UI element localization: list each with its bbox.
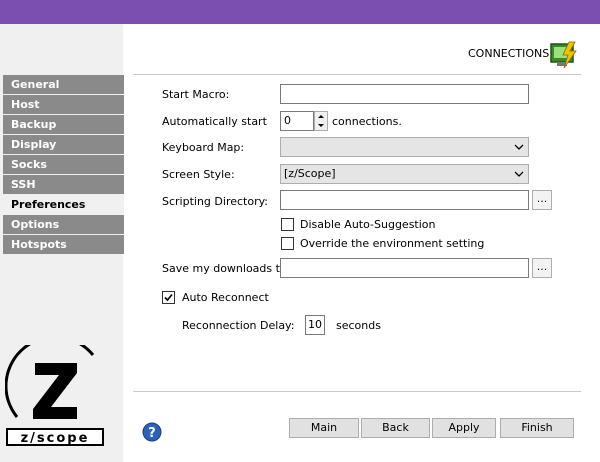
keyboard-map-select[interactable] [280,137,529,157]
screen-style-label: Screen Style: [162,168,235,181]
start-macro-label: Start Macro: [162,88,230,101]
start-macro-input[interactable] [280,84,529,104]
downloads-label: Save my downloads to: [162,262,291,275]
reconnect-delay-label: Reconnection Delay: [182,319,295,332]
sidebar-item-general[interactable]: General [3,75,124,94]
stepper-down-icon[interactable] [315,121,327,130]
sidebar-item-display[interactable]: Display [3,135,124,154]
svg-text:?: ? [148,426,156,441]
finish-button[interactable]: Finish [500,418,574,438]
screen-style-value: [z/Scope] [284,167,336,180]
override-env-label: Override the environment setting [300,237,485,250]
sidebar-item-socks[interactable]: Socks [3,155,124,174]
checkmark-icon [164,293,173,302]
reconnect-delay-suffix: seconds [336,319,381,332]
auto-start-stepper[interactable] [314,111,328,131]
main-button[interactable]: Main [289,418,359,438]
auto-reconnect-label: Auto Reconnect [182,291,269,304]
sidebar-item-hotspots[interactable]: Hotspots [3,235,124,254]
zscope-logo: z/scope [5,345,104,446]
scripting-dir-browse-button[interactable]: ... [532,190,552,210]
auto-start-input[interactable]: 0 [280,111,314,131]
downloads-browse-button[interactable]: ... [532,258,552,278]
sidebar-item-host[interactable]: Host [3,95,124,114]
back-button[interactable]: Back [361,418,430,438]
header-divider [133,74,581,75]
sidebar-item-backup[interactable]: Backup [3,115,124,134]
scripting-dir-input[interactable] [280,190,529,210]
stepper-up-icon[interactable] [315,112,327,121]
sidebar-item-ssh[interactable]: SSH [3,175,124,194]
disable-auto-suggestion-label: Disable Auto-Suggestion [300,218,436,231]
footer-divider [133,391,581,392]
chevron-down-icon [514,171,524,177]
chevron-down-icon [514,144,524,150]
reconnect-delay-input[interactable]: 10 [305,315,325,335]
connections-icon [550,41,577,69]
keyboard-map-label: Keyboard Map: [162,141,245,154]
override-env-checkbox[interactable] [281,237,294,250]
window-titlebar [0,0,600,24]
sidebar-nav: General Host Backup Display Socks SSH Pr… [3,75,124,255]
svg-text:z/scope: z/scope [21,431,90,446]
downloads-input[interactable] [280,258,529,278]
sidebar-item-preferences[interactable]: Preferences [3,195,124,214]
screen-style-select[interactable]: [z/Scope] [280,164,529,184]
disable-auto-suggestion-checkbox[interactable] [281,218,294,231]
auto-start-label: Automatically start [162,115,267,128]
help-icon[interactable]: ? [142,422,162,442]
auto-reconnect-checkbox[interactable] [162,291,175,304]
sidebar-item-options[interactable]: Options [3,215,124,234]
apply-button[interactable]: Apply [432,418,496,438]
auto-start-suffix: connections. [332,115,402,128]
scripting-dir-label: Scripting Directory: [162,195,269,208]
section-title: CONNECTIONS [468,47,550,60]
